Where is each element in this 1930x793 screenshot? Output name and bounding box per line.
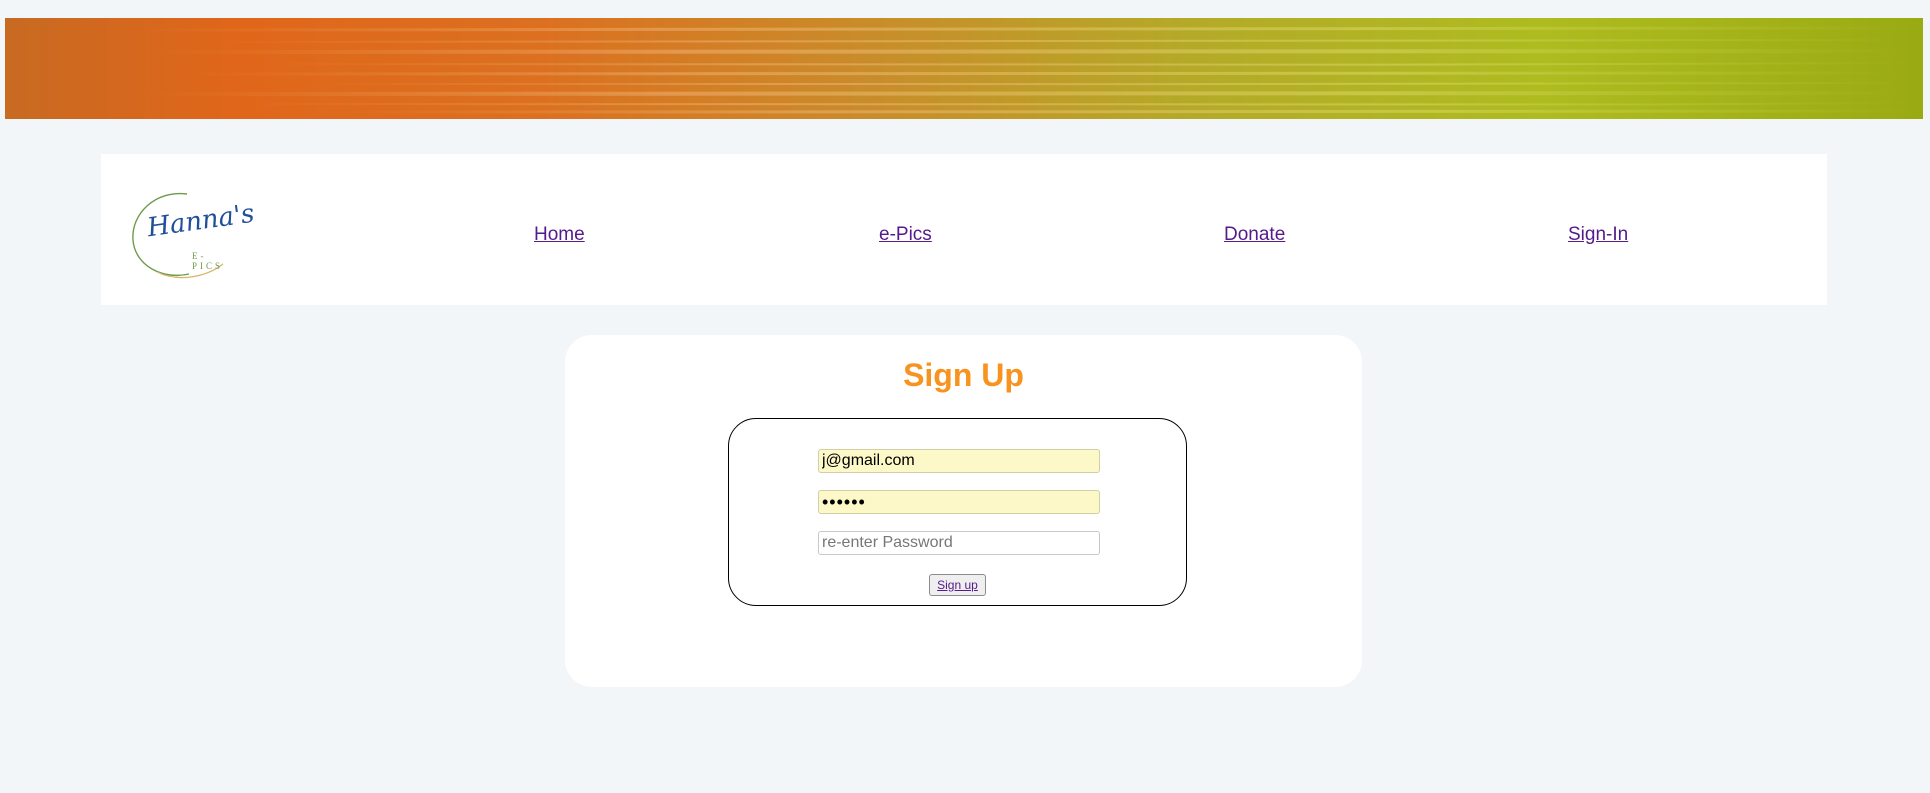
reenter-password-field[interactable] <box>818 531 1100 555</box>
signup-title: Sign Up <box>903 357 1024 393</box>
password-field[interactable] <box>818 490 1100 514</box>
header-banner-image <box>5 18 1923 119</box>
navigation-bar: Hanna's E-PICS Home e-Pics Donate Sign-I… <box>101 154 1827 305</box>
email-field[interactable] <box>818 449 1100 473</box>
nav-link-donate[interactable]: Donate <box>1224 224 1285 246</box>
signup-card: Sign Up Sign up <box>565 335 1362 687</box>
nav-link-e-pics[interactable]: e-Pics <box>879 224 932 246</box>
banner-streaks <box>124 26 1921 115</box>
signup-button[interactable]: Sign up <box>929 574 986 596</box>
nav-link-sign-in[interactable]: Sign-In <box>1568 224 1628 246</box>
logo-sub-text: E-PICS <box>192 251 224 271</box>
nav-link-home[interactable]: Home <box>534 224 585 246</box>
signup-form: Sign up <box>728 418 1187 606</box>
site-logo[interactable]: Hanna's E-PICS <box>127 188 256 282</box>
